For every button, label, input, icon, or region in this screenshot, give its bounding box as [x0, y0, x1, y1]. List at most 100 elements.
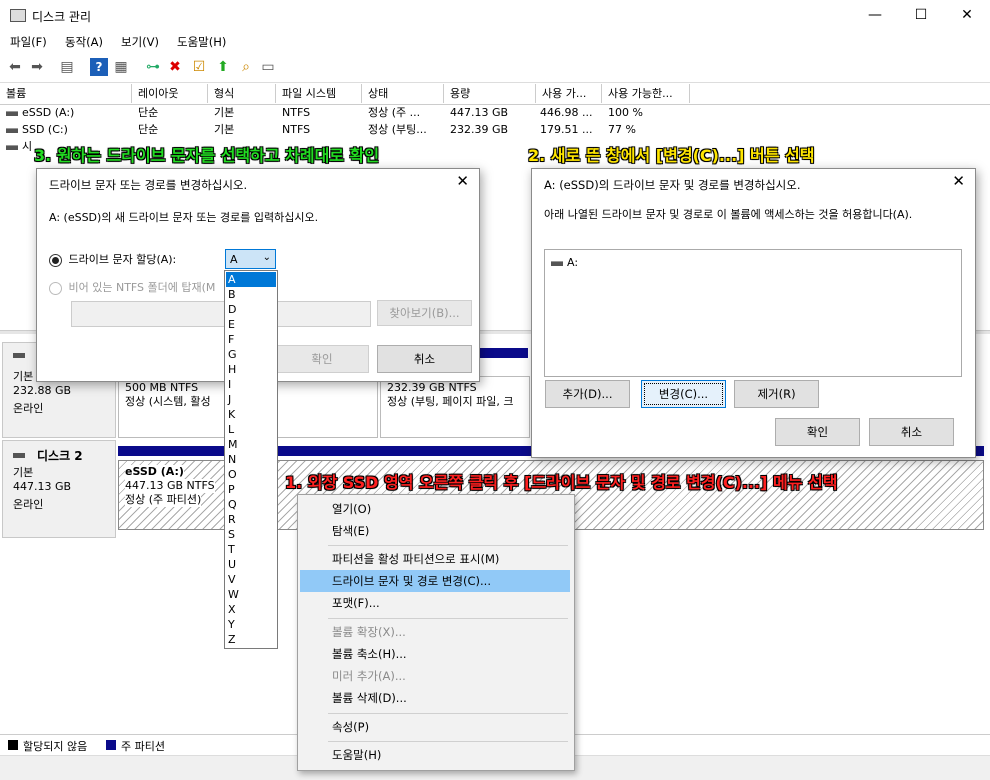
dropdown-option[interactable]: U: [226, 557, 276, 572]
col-layout[interactable]: 레이아웃: [132, 84, 208, 103]
type-cell: 기본: [214, 123, 235, 136]
dropdown-option[interactable]: W: [226, 587, 276, 602]
dropdown-option[interactable]: B: [226, 287, 276, 302]
ok-button[interactable]: 확인: [275, 345, 369, 373]
dropdown-option[interactable]: S: [226, 527, 276, 542]
maximize-icon[interactable]: ☐: [898, 0, 944, 30]
menu-item-change-drive-letter[interactable]: 드라이브 문자 및 경로 변경(C)...: [300, 570, 570, 592]
remove-button[interactable]: 제거(R): [734, 380, 819, 408]
ok-button[interactable]: 확인: [775, 418, 860, 446]
col-type[interactable]: 형식: [208, 84, 276, 103]
menu-item-format[interactable]: 포맷(F)...: [300, 592, 570, 614]
menu-item-extend-volume[interactable]: 볼륨 확장(X)...: [300, 621, 570, 643]
table-row[interactable]: SSD (C:) 단순 기본 NTFS 정상 (부팅... 232.39 GB …: [0, 122, 990, 138]
dropdown-option[interactable]: E: [226, 317, 276, 332]
col-volume[interactable]: 볼륨: [0, 84, 132, 103]
dropdown-option[interactable]: P: [226, 482, 276, 497]
disk-icon: [13, 353, 25, 358]
col-free-pct[interactable]: 사용 가능한...: [602, 84, 690, 103]
dropdown-option[interactable]: J: [226, 392, 276, 407]
browse-button[interactable]: 찾아보기(B)...: [377, 300, 472, 326]
col-capacity[interactable]: 용량: [444, 84, 536, 103]
col-status[interactable]: 상태: [362, 84, 444, 103]
connect-icon[interactable]: ⊶: [144, 58, 162, 76]
list-item[interactable]: A:: [551, 256, 578, 269]
list-item-label: A:: [567, 256, 579, 269]
menu-separator: [328, 545, 568, 546]
radio-assign-letter[interactable]: 드라이브 문자 할당(A):: [49, 251, 176, 267]
menu-item-help[interactable]: 도움말(H): [300, 744, 570, 766]
menu-view[interactable]: 보기(V): [121, 34, 159, 50]
dropdown-option[interactable]: G: [226, 347, 276, 362]
dropdown-option[interactable]: Q: [226, 497, 276, 512]
col-free[interactable]: 사용 가...: [536, 84, 602, 103]
close-icon[interactable]: ✕: [944, 0, 990, 30]
menu-help[interactable]: 도움말(H): [177, 34, 226, 50]
dropdown-option[interactable]: A: [226, 272, 276, 287]
dropdown-option[interactable]: I: [226, 377, 276, 392]
filesystem-cell: NTFS: [282, 123, 311, 136]
path-list[interactable]: A:: [544, 249, 962, 377]
letter-dropdown-list[interactable]: ABDEFGHIJKLMNOPQRSTUVWXYZ: [224, 270, 278, 649]
folder-path-input[interactable]: [71, 301, 371, 327]
change-button[interactable]: 변경(C)...: [641, 380, 726, 408]
menu-item-add-mirror[interactable]: 미러 추가(A)...: [300, 665, 570, 687]
add-button[interactable]: 추가(D)...: [545, 380, 630, 408]
table-row[interactable]: eSSD (A:) 단순 기본 NTFS 정상 (주 ... 447.13 GB…: [0, 105, 990, 121]
back-icon[interactable]: ⬅: [6, 58, 24, 76]
dropdown-option[interactable]: D: [226, 302, 276, 317]
letter-select[interactable]: A ⌄: [225, 249, 276, 269]
col-filesystem[interactable]: 파일 시스템: [276, 84, 362, 103]
menu-item-shrink-volume[interactable]: 볼륨 축소(H)...: [300, 643, 570, 665]
dropdown-option[interactable]: V: [226, 572, 276, 587]
disk-size: 447.13 GB: [13, 480, 72, 493]
dropdown-option[interactable]: N: [226, 452, 276, 467]
dropdown-option[interactable]: L: [226, 422, 276, 437]
close-icon[interactable]: ✕: [952, 172, 965, 190]
view-icon[interactable]: ▤: [58, 58, 76, 76]
check-icon[interactable]: ☑: [190, 58, 208, 76]
drive-icon: [551, 260, 563, 266]
primary-swatch: [106, 740, 116, 750]
dialog-title: A: (eSSD)의 드라이브 문자 및 경로를 변경하십시오.: [544, 178, 801, 192]
dropdown-option[interactable]: R: [226, 512, 276, 527]
layout-cell: 단순: [138, 123, 159, 136]
partition-c[interactable]: 232.39 GB NTFS 정상 (부팅, 페이지 파일, 크: [380, 376, 530, 438]
cancel-button[interactable]: 취소: [377, 345, 472, 373]
forward-icon[interactable]: ➡: [28, 58, 46, 76]
cancel-button[interactable]: 취소: [869, 418, 954, 446]
filesystem-cell: NTFS: [282, 106, 311, 119]
dropdown-option[interactable]: F: [226, 332, 276, 347]
dropdown-option[interactable]: T: [226, 542, 276, 557]
help-icon[interactable]: ?: [90, 58, 108, 76]
settings-icon[interactable]: ▭: [259, 58, 277, 76]
disk-2-header[interactable]: 디스크 2 기본 447.13 GB 온라인: [2, 440, 116, 538]
dropdown-option[interactable]: Z: [226, 632, 276, 647]
dropdown-option[interactable]: M: [226, 437, 276, 452]
menu-file[interactable]: 파일(F): [10, 34, 47, 50]
dialog-description: A: (eSSD)의 새 드라이브 문자 또는 경로를 입력하십시오.: [49, 211, 319, 224]
disk-management-icon: [10, 9, 26, 22]
menu-item-delete-volume[interactable]: 볼륨 삭제(D)...: [300, 687, 570, 709]
menu-item-open[interactable]: 열기(O): [300, 498, 570, 520]
unallocated-swatch: [8, 740, 18, 750]
dropdown-option[interactable]: X: [226, 602, 276, 617]
properties-icon[interactable]: ▦: [112, 58, 130, 76]
menu-action[interactable]: 동작(A): [65, 34, 103, 50]
delete-icon[interactable]: ✖: [166, 58, 184, 76]
dropdown-option[interactable]: Y: [226, 617, 276, 632]
menu-item-properties[interactable]: 속성(P): [300, 716, 570, 738]
radio-mount-folder[interactable]: 비어 있는 NTFS 폴더에 탑재(M: [49, 279, 215, 295]
minimize-icon[interactable]: —: [852, 0, 898, 30]
volume-name-text: 시: [22, 140, 33, 153]
up-icon[interactable]: ⬆: [214, 58, 232, 76]
menu-item-explore[interactable]: 탐색(E): [300, 520, 570, 542]
dropdown-option[interactable]: H: [226, 362, 276, 377]
dropdown-option[interactable]: O: [226, 467, 276, 482]
search-icon[interactable]: ⌕: [237, 58, 255, 76]
window-title: 디스크 관리: [32, 10, 92, 24]
close-icon[interactable]: ✕: [456, 172, 469, 190]
partition-status: 정상 (주 파티션): [125, 493, 202, 507]
dropdown-option[interactable]: K: [226, 407, 276, 422]
menu-item-mark-active[interactable]: 파티션을 활성 파티션으로 표시(M): [300, 548, 570, 570]
